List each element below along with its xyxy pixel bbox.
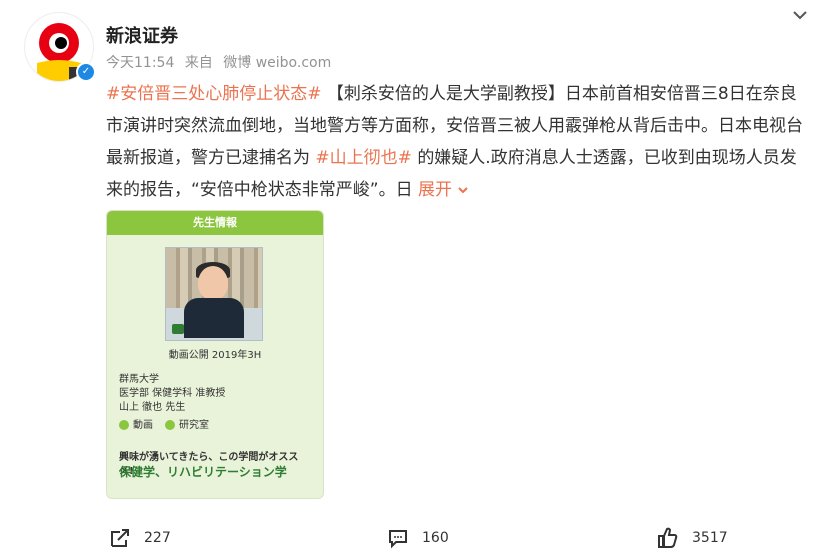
share-icon	[111, 529, 129, 547]
thumbs-up-icon	[658, 527, 678, 548]
source-prefix: 来自	[184, 55, 213, 71]
topic-link-abe[interactable]: #安倍晋三处心肺停止状态#	[106, 84, 322, 104]
image-links: 動画 研究室	[119, 419, 209, 433]
comment-button[interactable]: 160	[386, 526, 449, 550]
image-date: 動画公開 2019年3H	[168, 350, 262, 361]
post-meta: 今天11:54 来自 微博 weibo.com	[106, 52, 337, 72]
expand-link[interactable]: 展开	[418, 180, 469, 200]
comment-count: 160	[422, 530, 449, 546]
post-image[interactable]: 先生情報 動画公開 2019年3H 群馬大学 医学部 保健学科 准教授 山上 徹…	[106, 210, 324, 499]
chevron-down-icon	[458, 187, 469, 194]
image-link-lab: 研究室	[165, 419, 209, 433]
topic-link-yamagami[interactable]: #山上彻也#	[315, 148, 412, 168]
chevron-down-icon	[793, 11, 807, 20]
image-line: 群馬大学	[119, 374, 159, 385]
verified-badge-icon: ✓	[76, 62, 96, 82]
image-lines: 群馬大学 医学部 保健学科 准教授 山上 徹也 先生	[119, 373, 225, 415]
author-name[interactable]: 新浪证券	[106, 22, 178, 48]
image-line: 山上 徹也 先生	[119, 402, 186, 413]
post-text: #安倍晋三处心肺停止状态# 【刺杀安倍的人是大学副教授】日本前首相安倍晋三8日在…	[106, 78, 806, 206]
source-name: 微博 weibo.com	[223, 55, 332, 71]
video-dot-icon	[119, 420, 129, 430]
image-cta-sub: 保健学、リハビリテーション学	[119, 465, 287, 479]
image-link-video: 動画	[119, 419, 153, 433]
face	[198, 266, 228, 300]
image-title: 先生情報	[107, 211, 323, 235]
more-options-chevron-icon[interactable]	[791, 6, 809, 29]
post-time[interactable]: 今天11:54	[106, 55, 174, 71]
repost-count: 227	[144, 530, 171, 546]
like-count: 3517	[692, 530, 728, 546]
comment-icon	[389, 530, 407, 549]
video-play-icon	[172, 324, 184, 334]
repost-button[interactable]: 227	[108, 526, 171, 550]
suit	[184, 298, 244, 338]
image-link-lab-label: 研究室	[179, 420, 209, 431]
expand-label: 展开	[418, 180, 453, 200]
weibo-post-card: ✓ 新浪证券 今天11:54 来自 微博 weibo.com #安倍晋三处心肺停…	[0, 0, 831, 557]
portrait-photo	[165, 247, 263, 341]
lab-dot-icon	[165, 420, 175, 430]
post-actions: 227 160 3517	[0, 520, 831, 556]
like-button[interactable]: 3517	[656, 526, 728, 550]
image-line: 医学部 保健学科 准教授	[119, 388, 226, 399]
image-link-video-label: 動画	[133, 420, 153, 431]
